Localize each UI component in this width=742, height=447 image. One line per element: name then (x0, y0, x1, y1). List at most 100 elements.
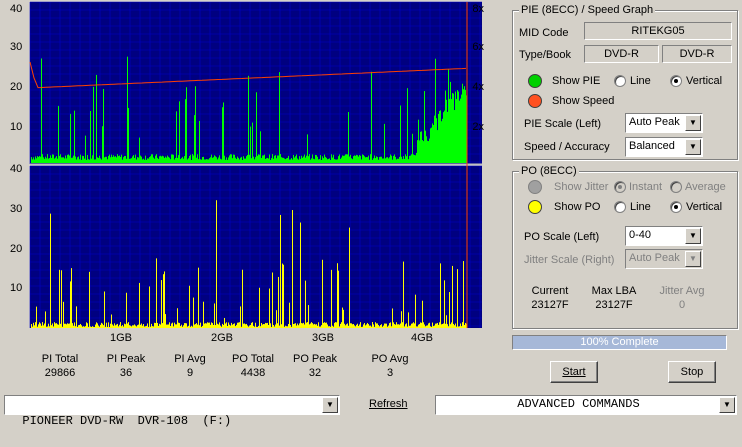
po-bar (430, 326, 431, 328)
pie-bar (240, 157, 241, 163)
pie-line-label[interactable]: Line (630, 75, 651, 87)
pie-bar (144, 159, 145, 163)
po-vertical-radio[interactable] (670, 201, 682, 213)
pie-bar (125, 155, 126, 163)
show-jitter-label: Show Jitter (554, 181, 609, 193)
po-bar (177, 308, 178, 328)
po-bar (150, 326, 151, 328)
pie-color-dot[interactable] (528, 74, 542, 88)
pie-vertical-label[interactable]: Vertical (686, 75, 722, 87)
po-bar (329, 326, 330, 328)
po-bar (100, 324, 101, 328)
show-pie-label[interactable]: Show PIE (552, 75, 600, 87)
chevron-down-icon[interactable]: ▼ (685, 115, 701, 131)
pie-bar (239, 159, 240, 163)
pie-group-title: PIE (8ECC) / Speed Graph (519, 4, 656, 16)
pie-line-radio[interactable] (614, 75, 626, 87)
pie-scale-select[interactable]: Auto Peak ▼ (625, 113, 703, 133)
pie-bar (183, 158, 184, 163)
pie-bar (280, 154, 281, 163)
pie-bar (168, 156, 169, 163)
pie-bar (35, 156, 36, 163)
pie-bar (337, 159, 338, 163)
po-bar (31, 324, 32, 328)
pie-bar (224, 155, 225, 163)
pie-bar (162, 155, 163, 163)
po-vertical-label[interactable]: Vertical (686, 201, 722, 213)
po-bar (91, 326, 92, 328)
chevron-down-icon[interactable]: ▼ (685, 139, 701, 155)
commands-select[interactable]: ADVANCED COMMANDS ▼ (435, 395, 737, 415)
chevron-down-icon[interactable]: ▼ (719, 397, 735, 413)
pie-bar (38, 157, 39, 163)
pie-bar (245, 158, 246, 163)
pie-bar (134, 157, 135, 163)
speed-accuracy-select[interactable]: Balanced ▼ (625, 137, 703, 157)
po-bar (463, 261, 464, 328)
pie-bar (308, 156, 309, 163)
progress-bar: 100% Complete (512, 335, 727, 350)
refresh-link[interactable]: Refresh (369, 398, 408, 410)
po-bar (230, 325, 231, 328)
pie-bar (333, 154, 334, 163)
po-bar (282, 263, 283, 328)
stat-po-total: PO Total 4438 (223, 352, 283, 380)
po-bar (156, 258, 157, 328)
pie-bar (253, 156, 254, 163)
speed-accuracy-label: Speed / Accuracy (524, 141, 610, 153)
po-color-dot[interactable] (528, 200, 542, 214)
stop-button[interactable]: Stop (668, 361, 716, 383)
pie-bar (455, 91, 456, 163)
po-line-radio[interactable] (614, 201, 626, 213)
pie-left-tick: 10 (10, 121, 22, 133)
pie-bar (429, 138, 430, 163)
pie-bar (401, 156, 402, 163)
po-bar (35, 322, 36, 328)
pie-bar (212, 157, 213, 163)
po-bar (438, 324, 439, 328)
po-line-label[interactable]: Line (630, 201, 651, 213)
po-left-tick: 10 (10, 282, 22, 294)
start-button[interactable]: Start (550, 361, 598, 383)
pie-bar (290, 159, 291, 163)
pie-bar (409, 155, 410, 163)
po-bar (399, 324, 400, 328)
refresh-label[interactable]: Refresh (369, 398, 408, 410)
pie-bar (300, 158, 301, 163)
pie-bar (301, 155, 302, 163)
pie-bar (43, 157, 44, 163)
po-bar (41, 325, 42, 328)
pie-bar (303, 156, 304, 163)
po-bar (421, 322, 422, 328)
pie-bar (151, 154, 152, 163)
pie-bar (104, 157, 105, 163)
po-bar (87, 323, 88, 328)
po-bar (414, 323, 415, 328)
pie-vertical-radio[interactable] (670, 75, 682, 87)
pie-bar (298, 159, 299, 163)
pie-bar (345, 154, 346, 163)
po-scale-select[interactable]: 0-40 ▼ (625, 226, 703, 246)
pie-bar (82, 155, 83, 163)
stop-button-label: Stop (680, 366, 704, 378)
po-bar (372, 322, 373, 328)
pie-bar (201, 159, 202, 163)
chevron-down-icon[interactable]: ▼ (685, 228, 701, 244)
progress-text: 100% Complete (580, 336, 659, 348)
po-bar (308, 305, 309, 328)
chevron-down-icon[interactable]: ▼ (322, 397, 338, 413)
show-speed-label[interactable]: Show Speed (552, 95, 614, 107)
po-bar (98, 325, 99, 328)
speed-color-dot[interactable] (528, 94, 542, 108)
show-po-label[interactable]: Show PO (554, 201, 600, 213)
po-bar (342, 307, 343, 328)
pie-bar (135, 154, 136, 163)
pie-bar (380, 156, 381, 163)
pie-bar (348, 112, 349, 163)
pie-bar (328, 158, 329, 163)
drive-select[interactable]: PIONEER DVD-RW DVR-108 (F:) ▼ (4, 395, 340, 428)
po-bar (195, 324, 196, 328)
po-bar (268, 324, 269, 328)
po-bar (106, 322, 107, 328)
pie-bar (53, 154, 54, 163)
